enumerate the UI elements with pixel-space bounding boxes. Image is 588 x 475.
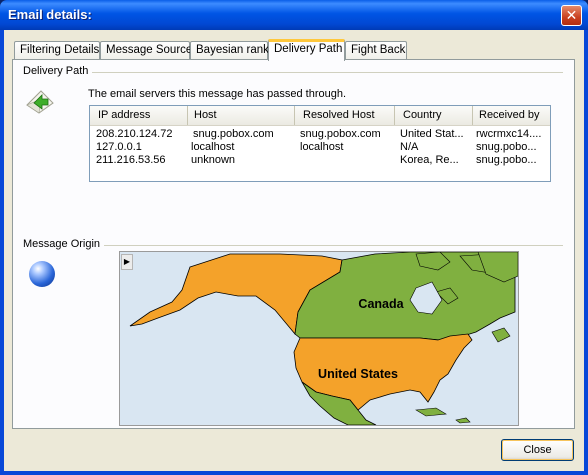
envelope-arrow-icon bbox=[26, 90, 54, 114]
window-frame-right bbox=[584, 30, 588, 475]
tab-filtering-details[interactable]: Filtering Details bbox=[14, 41, 100, 59]
delivery-path-list[interactable]: IP address Host Resolved Host Country Re… bbox=[89, 105, 551, 182]
column-resolved-host[interactable]: Resolved Host bbox=[295, 106, 395, 125]
cell-country: United Stat... bbox=[400, 128, 464, 140]
map-label-canada: Canada bbox=[358, 297, 404, 311]
chevron-right-icon[interactable]: ▶ bbox=[121, 254, 133, 270]
dialog-client-area: Filtering Details Message Source Bayesia… bbox=[4, 30, 584, 471]
cell-ip-address: 208.210.124.72 bbox=[96, 128, 173, 140]
region-cuba bbox=[415, 407, 447, 417]
origin-map: Canada United States bbox=[119, 251, 519, 426]
delivery-path-panel: Delivery Path The email servers this mes… bbox=[12, 59, 575, 429]
cell-host: localhost bbox=[191, 141, 235, 153]
tab-bayesian-rank[interactable]: Bayesian rank bbox=[190, 41, 269, 59]
cell-host: snug.pobox.com bbox=[193, 128, 274, 140]
table-row[interactable]: 211.216.53.56 unknown Korea, Re... snug.… bbox=[90, 154, 550, 167]
tab-message-source[interactable]: Message Source bbox=[100, 41, 192, 59]
group-divider bbox=[23, 72, 563, 73]
column-ip-address[interactable]: IP address bbox=[90, 106, 188, 125]
title-bar[interactable]: Email details: ✕ bbox=[0, 0, 588, 30]
table-row[interactable]: 208.210.124.72 snug.pobox.com snug.pobox… bbox=[90, 128, 550, 141]
column-host[interactable]: Host bbox=[188, 106, 295, 125]
map-label-united-states: United States bbox=[318, 367, 398, 381]
cell-resolved-host: localhost bbox=[300, 141, 344, 153]
cell-ip-address: 211.216.53.56 bbox=[96, 154, 166, 166]
list-header: IP address Host Resolved Host Country Re… bbox=[90, 106, 550, 126]
cell-country: N/A bbox=[400, 141, 419, 153]
north-america-map: Canada United States bbox=[129, 252, 518, 425]
globe-icon bbox=[29, 261, 55, 287]
region-island bbox=[455, 417, 471, 424]
delivery-path-group-label: Delivery Path bbox=[23, 65, 93, 77]
table-row[interactable]: 127.0.0.1 localhost localhost N/A snug.p… bbox=[90, 141, 550, 154]
cell-resolved-host: snug.pobox.com bbox=[300, 128, 381, 140]
cell-resolved-host bbox=[300, 154, 392, 167]
tab-delivery-path[interactable]: Delivery Path bbox=[268, 39, 345, 61]
cell-received-by: snug.pobo... bbox=[476, 154, 537, 166]
column-country[interactable]: Country bbox=[395, 106, 473, 125]
cell-host: unknown bbox=[191, 154, 236, 166]
close-icon[interactable]: ✕ bbox=[561, 5, 582, 26]
cell-ip-address: 127.0.0.1 bbox=[96, 141, 142, 153]
message-origin-group-label: Message Origin bbox=[23, 238, 105, 250]
column-received-by[interactable]: Received by bbox=[473, 106, 550, 125]
close-button[interactable]: Close bbox=[501, 439, 574, 461]
window-title: Email details: bbox=[8, 7, 92, 22]
region-newfoundland bbox=[491, 327, 511, 343]
delivery-path-description: The email servers this message has passe… bbox=[88, 88, 347, 100]
cell-received-by: snug.pobo... bbox=[476, 141, 537, 153]
tab-fight-back[interactable]: Fight Back bbox=[345, 41, 407, 59]
cell-country: Korea, Re... bbox=[400, 154, 459, 166]
window-frame-bottom bbox=[0, 471, 588, 475]
cell-received-by: rwcrmxc14.... bbox=[476, 128, 542, 140]
email-details-window: Email details: ✕ Filtering Details Messa… bbox=[0, 0, 588, 475]
